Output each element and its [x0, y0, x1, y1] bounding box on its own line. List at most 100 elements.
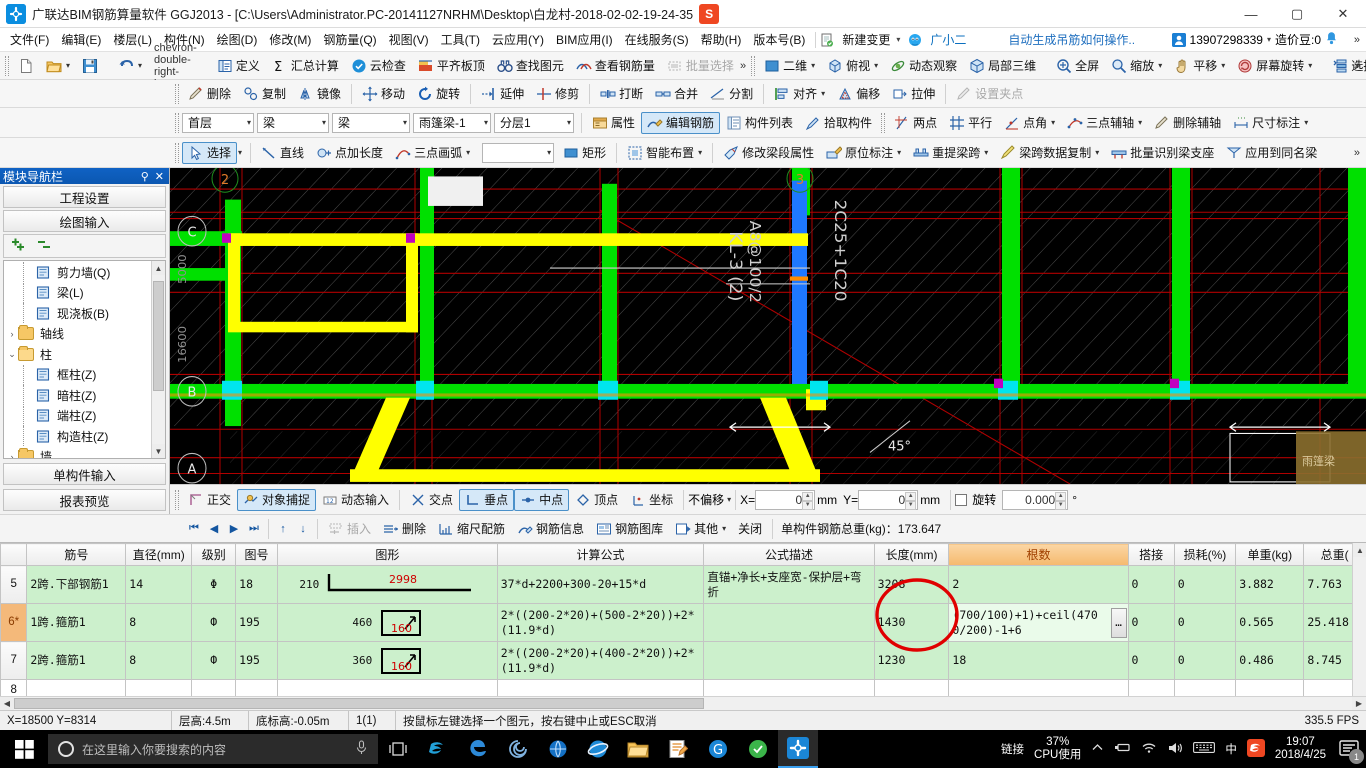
hscroll-right-icon[interactable]: ▶ — [1352, 697, 1366, 710]
midpoint-button[interactable]: 中点 — [514, 488, 570, 511]
account-phone[interactable]: 13907298339 — [1190, 33, 1263, 47]
other-caret-icon[interactable]: ▾ — [722, 524, 726, 533]
chevron-down-icon[interactable]: ▾ — [322, 118, 326, 127]
line-button[interactable]: 直线 — [255, 142, 310, 164]
y-spinner[interactable]: ▲ ▼ — [905, 491, 917, 510]
insert-row-button[interactable]: 插入 — [322, 518, 377, 540]
chevron-down-icon[interactable]: ▾ — [567, 118, 571, 127]
cell-diameter[interactable]: 8 — [125, 641, 193, 680]
set-grip-button[interactable]: 设置夹点 — [950, 83, 1029, 105]
layer-select[interactable]: 分层1 ▾ — [494, 112, 574, 133]
pan-button[interactable]: 平移 ▾ — [1168, 55, 1231, 77]
x-input[interactable]: 0 ▲ ▼ — [755, 489, 816, 510]
cell-formula[interactable]: 2*((200-2*20)+(400-2*20))+2*(11.9*d) — [496, 641, 705, 680]
taskbar-app-file-explorer[interactable] — [618, 730, 658, 768]
sogou-input-icon[interactable]: S — [699, 3, 720, 24]
table-header-shape[interactable]: 图形 — [276, 543, 498, 566]
copy-button[interactable]: 复制 — [237, 83, 292, 105]
menu-floor[interactable]: 楼层(L) — [107, 29, 158, 50]
open-caret-icon[interactable]: ▾ — [66, 61, 70, 70]
scale-rebar-button[interactable]: 缩尺配筋 — [432, 518, 511, 540]
first-record-button[interactable]: ⏮ — [184, 519, 204, 539]
perpendicular-button[interactable]: 垂点 — [459, 488, 515, 511]
tree-toggle-icon[interactable]: ⌄ — [6, 349, 18, 360]
menu-overflow-icon[interactable]: » — [1354, 34, 1360, 46]
scroll-up-icon[interactable]: ▲ — [151, 261, 165, 275]
table-vscrollbar[interactable]: ▲ — [1352, 543, 1366, 696]
align-caret-icon[interactable]: ▾ — [821, 89, 825, 98]
table-header-diameter[interactable]: 直径(mm) — [125, 543, 193, 566]
cell-unit_weight[interactable]: 3.882 — [1235, 565, 1305, 604]
object-snap-button[interactable]: 对象捕捉 — [237, 488, 317, 511]
merge-button[interactable]: 合并 — [649, 83, 704, 105]
cad-canvas[interactable]: 2 3 C B A KL-3 (2) A8@100/2 2C25+1C20 50… — [170, 168, 1366, 484]
cell-rebar_no[interactable]: 1跨.箍筋1 — [26, 603, 127, 642]
cell-length[interactable]: 3208 — [873, 565, 950, 604]
stretch-button[interactable]: 拉伸 — [886, 83, 941, 105]
taskbar-app-spiral[interactable] — [498, 730, 538, 768]
cell-length[interactable] — [873, 679, 950, 696]
wifi-icon[interactable] — [1141, 741, 1157, 757]
cell-length[interactable]: 1230 — [873, 641, 950, 680]
last-record-button[interactable]: ⏭ — [244, 519, 264, 539]
cell-lap[interactable] — [1127, 679, 1175, 696]
next-record-button[interactable]: ▶ — [224, 519, 244, 539]
menu-modify[interactable]: 修改(M) — [263, 29, 317, 50]
re-extract-span-button[interactable]: 重提梁跨 ▾ — [907, 142, 994, 164]
align-slab-button[interactable]: 平齐板顶 — [412, 55, 491, 77]
maximize-button[interactable]: ▢ — [1274, 0, 1320, 28]
open-file-button[interactable]: ▾ — [40, 55, 76, 77]
rotate-input[interactable]: 0.000 ▲ ▼ — [1002, 489, 1069, 510]
rotate-checkbox[interactable] — [955, 493, 968, 506]
row-header[interactable]: 7 — [0, 641, 28, 680]
rebar-table[interactable]: 筋号 直径(mm) 级别 图号 图形 计算公式 公式描述 长度(mm) 根数 搭接 损耗(%) 单重(… — [0, 543, 1366, 696]
task-view-icon[interactable] — [378, 730, 418, 768]
tree-item-构造柱Z[interactable]: 构造柱(Z) — [4, 426, 151, 447]
project-settings-button[interactable]: 工程设置 — [3, 186, 166, 208]
cell-count[interactable]: 18 — [948, 641, 1129, 680]
pick-component-button[interactable]: 拾取构件 — [799, 112, 878, 134]
cell-rebar_no[interactable] — [26, 679, 127, 696]
mirror-button[interactable]: 镜像 — [292, 83, 347, 105]
rotate-spinner[interactable]: ▲ ▼ — [1055, 491, 1067, 510]
bell-icon[interactable] — [1325, 31, 1338, 48]
menu-bim-app[interactable]: BIM应用(I) — [550, 29, 619, 50]
cell-rebar_no[interactable]: 2跨.箍筋1 — [26, 641, 127, 680]
category-select[interactable]: 梁 ▾ — [257, 112, 329, 133]
cell-formula_desc[interactable] — [703, 679, 875, 696]
edit-beam-seg-button[interactable]: 修改梁段属性 — [717, 142, 820, 164]
close-icon[interactable]: ✕ — [155, 170, 164, 183]
delete-row-button[interactable]: 删除 — [377, 518, 432, 540]
top-view-button[interactable]: 俯视 ▾ — [821, 55, 884, 77]
tree-item-框柱Z[interactable]: 框柱(Z) — [4, 364, 151, 386]
top-view-caret-icon[interactable]: ▾ — [874, 61, 878, 70]
in-situ-label-button[interactable]: 原位标注 ▾ — [820, 142, 907, 164]
component-list-button[interactable]: 构件列表 — [720, 112, 799, 134]
scroll-thumb[interactable] — [153, 281, 164, 391]
cell-loss[interactable]: 0 — [1173, 565, 1237, 604]
notification-center-icon[interactable]: 1 — [1332, 730, 1366, 768]
re-extract-caret-icon[interactable]: ▾ — [984, 148, 988, 157]
tree-item-暗柱Z[interactable]: 暗柱(Z) — [4, 385, 151, 406]
delete-axis-button[interactable]: 删除辅轴 — [1148, 112, 1227, 134]
taskbar-app-edge-legacy[interactable] — [458, 730, 498, 768]
fullscreen-button[interactable]: 全屏 — [1050, 55, 1105, 77]
cell-diameter[interactable] — [125, 679, 193, 696]
scroll-down-icon[interactable]: ▼ — [151, 444, 165, 458]
expand-all-icon[interactable] — [10, 238, 28, 255]
intersection-button[interactable]: 交点 — [404, 489, 459, 511]
table-header-length[interactable]: 长度(mm) — [873, 543, 950, 566]
tree-item-端柱Z[interactable]: 端柱(Z) — [4, 405, 151, 427]
break-button[interactable]: 打断 — [594, 83, 649, 105]
assistant-button[interactable]: 广小二 — [924, 29, 972, 50]
single-component-input-button[interactable]: 单构件输入 — [3, 463, 166, 485]
rebar-library-button[interactable]: 钢筋图库 — [590, 518, 669, 540]
point-length-button[interactable]: 点加长度 — [310, 142, 389, 164]
volume-icon[interactable] — [1167, 741, 1183, 758]
cell-count[interactable]: 2 — [948, 565, 1129, 604]
cell-formula_desc[interactable] — [703, 641, 875, 680]
rectangle-button[interactable]: 矩形 — [557, 142, 612, 164]
zoom-button[interactable]: 缩放 ▾ — [1105, 55, 1168, 77]
cell-grade[interactable]: Ф — [191, 641, 237, 680]
cell-grade[interactable]: Φ — [191, 565, 237, 604]
